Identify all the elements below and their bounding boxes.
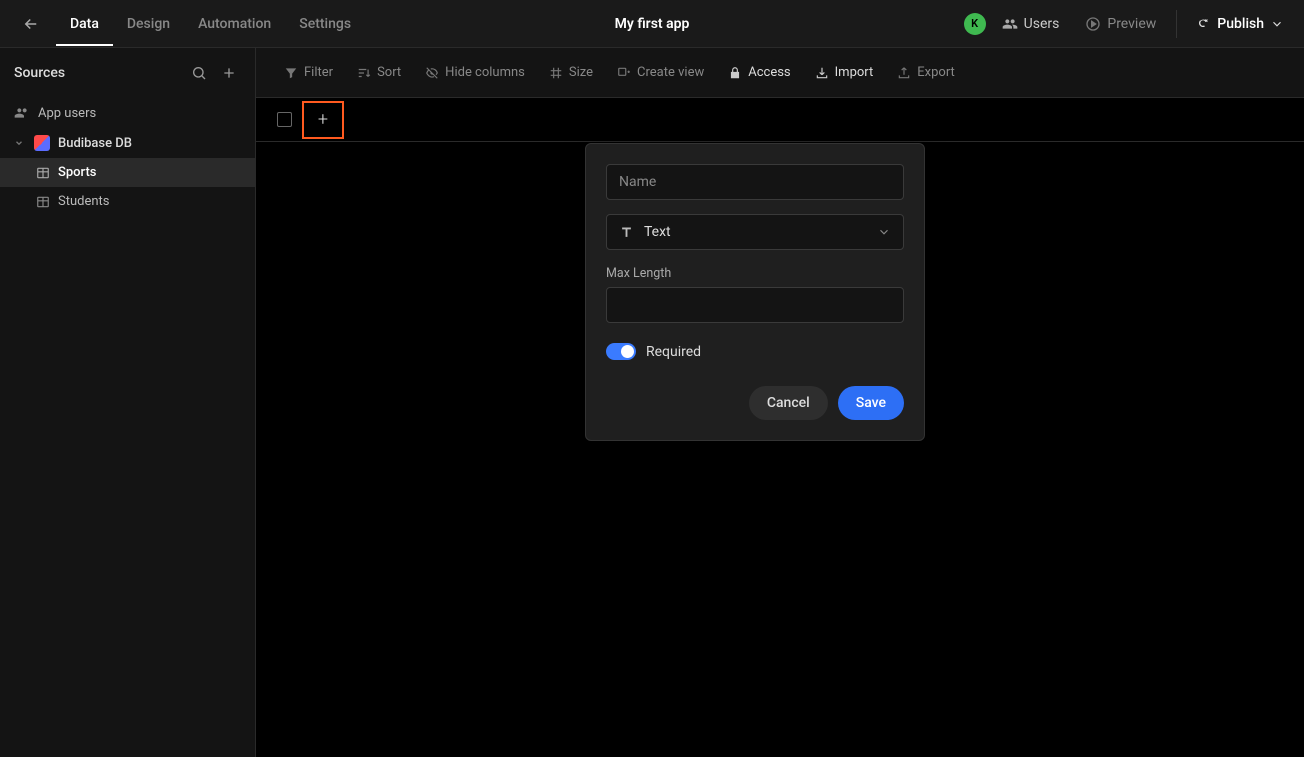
tool-label: Hide columns: [445, 65, 525, 80]
sidebar-item-table-students[interactable]: Students: [0, 187, 255, 216]
filter-button[interactable]: Filter: [274, 59, 343, 86]
add-source-button[interactable]: [217, 61, 241, 85]
tool-label: Size: [569, 65, 593, 80]
column-type-select[interactable]: Text: [606, 214, 904, 250]
toggle-knob: [621, 345, 634, 358]
required-toggle[interactable]: [606, 343, 636, 360]
search-sources-button[interactable]: [187, 61, 211, 85]
sidebar-header: Sources: [0, 48, 255, 98]
tab-design[interactable]: Design: [113, 2, 184, 46]
sort-button[interactable]: Sort: [347, 59, 411, 86]
table-icon: [36, 166, 50, 180]
tool-label: Import: [835, 65, 874, 80]
users-label: Users: [1024, 16, 1060, 32]
chevron-down-icon: [14, 138, 26, 148]
publish-icon: [1195, 16, 1211, 32]
data-toolbar: Filter Sort Hide columns Size Create vie…: [256, 48, 1304, 98]
import-icon: [815, 66, 829, 80]
sidebar: Sources App users Budibase DB: [0, 48, 256, 757]
chevron-down-icon: [1270, 17, 1284, 31]
tool-label: Create view: [637, 65, 704, 80]
preview-label: Preview: [1107, 16, 1156, 32]
table-icon: [36, 195, 50, 209]
avatar[interactable]: K: [964, 13, 986, 35]
plus-icon: +: [318, 109, 328, 130]
sidebar-title: Sources: [14, 65, 187, 81]
export-button[interactable]: Export: [887, 59, 965, 86]
hide-columns-button[interactable]: Hide columns: [415, 59, 535, 86]
column-name-input[interactable]: [606, 164, 904, 200]
sidebar-item-app-users[interactable]: App users: [0, 98, 255, 128]
divider: [1176, 10, 1177, 38]
cancel-button[interactable]: Cancel: [749, 386, 828, 420]
lock-icon: [728, 66, 742, 80]
text-type-icon: [619, 225, 634, 240]
topnav-right: K Users Preview Publish: [964, 10, 1292, 38]
filter-icon: [284, 66, 298, 80]
tab-settings[interactable]: Settings: [285, 2, 365, 46]
chevron-down-icon: [877, 225, 891, 239]
grid-header: +: [256, 98, 1304, 142]
eye-off-icon: [425, 66, 439, 80]
app-title: My first app: [615, 16, 690, 32]
max-length-label: Max Length: [606, 266, 904, 281]
tool-label: Export: [917, 65, 955, 80]
tool-label: Sort: [377, 65, 401, 80]
max-length-input[interactable]: [606, 287, 904, 323]
arrow-left-icon: [22, 15, 40, 33]
play-circle-icon: [1085, 16, 1101, 32]
popover-actions: Cancel Save: [606, 386, 904, 420]
access-button[interactable]: Access: [718, 59, 800, 86]
export-icon: [897, 66, 911, 80]
create-view-button[interactable]: Create view: [607, 59, 714, 86]
sidebar-item-label: Sports: [58, 165, 97, 180]
back-button[interactable]: [12, 11, 50, 37]
content: Filter Sort Hide columns Size Create vie…: [256, 48, 1304, 757]
type-label: Text: [644, 224, 867, 240]
publish-button[interactable]: Publish: [1187, 10, 1292, 38]
main: Sources App users Budibase DB: [0, 48, 1304, 757]
preview-button[interactable]: Preview: [1075, 10, 1166, 38]
size-button[interactable]: Size: [539, 59, 603, 86]
top-nav: Data Design Automation Settings My first…: [0, 0, 1304, 48]
plus-icon: [221, 65, 237, 81]
users-button[interactable]: Users: [992, 10, 1070, 38]
tool-label: Access: [748, 65, 790, 80]
tool-label: Filter: [304, 65, 333, 80]
create-view-icon: [617, 66, 631, 80]
save-button[interactable]: Save: [838, 386, 904, 420]
import-button[interactable]: Import: [805, 59, 884, 86]
sidebar-item-table-sports[interactable]: Sports: [0, 158, 255, 187]
size-icon: [549, 66, 563, 80]
add-column-button[interactable]: +: [302, 101, 344, 139]
required-row: Required: [606, 343, 904, 360]
sidebar-item-label: Budibase DB: [58, 136, 132, 151]
required-label: Required: [646, 344, 701, 360]
publish-label: Publish: [1217, 16, 1264, 32]
sidebar-item-label: App users: [38, 106, 96, 121]
sidebar-item-label: Students: [58, 194, 110, 209]
sort-icon: [357, 66, 371, 80]
sidebar-item-budibase-db[interactable]: Budibase DB: [0, 128, 255, 158]
tab-data[interactable]: Data: [56, 2, 113, 46]
checkbox-icon: [277, 112, 292, 127]
budibase-logo-icon: [34, 135, 50, 151]
nav-tabs: Data Design Automation Settings: [56, 2, 365, 46]
add-column-popover: Text Max Length Required Cancel Save: [585, 143, 925, 441]
users-icon: [1002, 16, 1018, 32]
users-icon: [14, 105, 30, 121]
search-icon: [191, 65, 207, 81]
tab-automation[interactable]: Automation: [184, 2, 285, 46]
